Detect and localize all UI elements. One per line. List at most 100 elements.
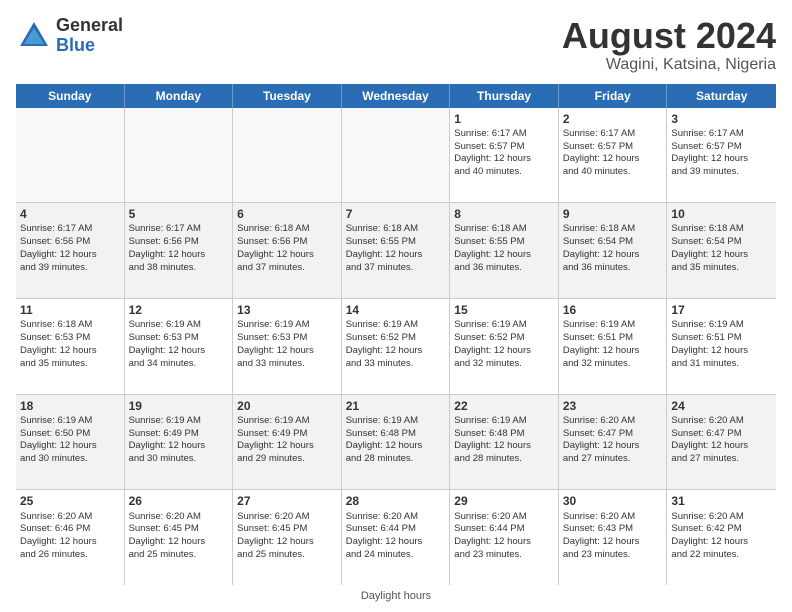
day-number: 6 bbox=[237, 206, 337, 222]
day-content: Sunrise: 6:18 AM Sunset: 6:54 PM Dayligh… bbox=[671, 223, 748, 272]
calendar-header: SundayMondayTuesdayWednesdayThursdayFrid… bbox=[16, 84, 776, 108]
cal-cell: 12Sunrise: 6:19 AM Sunset: 6:53 PM Dayli… bbox=[125, 299, 234, 394]
title-block: August 2024 Wagini, Katsina, Nigeria bbox=[562, 16, 776, 74]
cal-header-cell-saturday: Saturday bbox=[667, 84, 776, 108]
cal-cell bbox=[16, 108, 125, 203]
cal-cell: 11Sunrise: 6:18 AM Sunset: 6:53 PM Dayli… bbox=[16, 299, 125, 394]
logo-text: General Blue bbox=[56, 16, 123, 56]
cal-cell: 22Sunrise: 6:19 AM Sunset: 6:48 PM Dayli… bbox=[450, 395, 559, 490]
day-content: Sunrise: 6:19 AM Sunset: 6:51 PM Dayligh… bbox=[563, 319, 640, 368]
cal-cell: 8Sunrise: 6:18 AM Sunset: 6:55 PM Daylig… bbox=[450, 203, 559, 298]
day-content: Sunrise: 6:18 AM Sunset: 6:55 PM Dayligh… bbox=[454, 223, 531, 272]
cal-row-3: 18Sunrise: 6:19 AM Sunset: 6:50 PM Dayli… bbox=[16, 395, 776, 491]
day-content: Sunrise: 6:19 AM Sunset: 6:49 PM Dayligh… bbox=[129, 415, 206, 464]
day-number: 18 bbox=[20, 398, 120, 414]
day-content: Sunrise: 6:20 AM Sunset: 6:44 PM Dayligh… bbox=[454, 511, 531, 560]
cal-cell: 14Sunrise: 6:19 AM Sunset: 6:52 PM Dayli… bbox=[342, 299, 451, 394]
cal-header-cell-friday: Friday bbox=[559, 84, 668, 108]
day-content: Sunrise: 6:18 AM Sunset: 6:53 PM Dayligh… bbox=[20, 319, 97, 368]
cal-cell bbox=[342, 108, 451, 203]
calendar-body: 1Sunrise: 6:17 AM Sunset: 6:57 PM Daylig… bbox=[16, 108, 776, 585]
cal-cell bbox=[125, 108, 234, 203]
day-number: 23 bbox=[563, 398, 663, 414]
day-number: 8 bbox=[454, 206, 554, 222]
cal-row-0: 1Sunrise: 6:17 AM Sunset: 6:57 PM Daylig… bbox=[16, 108, 776, 204]
cal-cell: 15Sunrise: 6:19 AM Sunset: 6:52 PM Dayli… bbox=[450, 299, 559, 394]
cal-cell: 9Sunrise: 6:18 AM Sunset: 6:54 PM Daylig… bbox=[559, 203, 668, 298]
day-content: Sunrise: 6:19 AM Sunset: 6:48 PM Dayligh… bbox=[346, 415, 423, 464]
day-number: 4 bbox=[20, 206, 120, 222]
day-content: Sunrise: 6:20 AM Sunset: 6:42 PM Dayligh… bbox=[671, 511, 748, 560]
title-location: Wagini, Katsina, Nigeria bbox=[562, 56, 776, 74]
logo-general-text: General bbox=[56, 16, 123, 36]
cal-cell: 6Sunrise: 6:18 AM Sunset: 6:56 PM Daylig… bbox=[233, 203, 342, 298]
cal-cell: 24Sunrise: 6:20 AM Sunset: 6:47 PM Dayli… bbox=[667, 395, 776, 490]
cal-row-1: 4Sunrise: 6:17 AM Sunset: 6:56 PM Daylig… bbox=[16, 203, 776, 299]
cal-row-2: 11Sunrise: 6:18 AM Sunset: 6:53 PM Dayli… bbox=[16, 299, 776, 395]
cal-header-cell-thursday: Thursday bbox=[450, 84, 559, 108]
day-number: 17 bbox=[671, 302, 772, 318]
day-number: 3 bbox=[671, 111, 772, 127]
cal-header-cell-monday: Monday bbox=[125, 84, 234, 108]
day-content: Sunrise: 6:20 AM Sunset: 6:47 PM Dayligh… bbox=[671, 415, 748, 464]
day-number: 20 bbox=[237, 398, 337, 414]
day-number: 1 bbox=[454, 111, 554, 127]
cal-header-cell-tuesday: Tuesday bbox=[233, 84, 342, 108]
day-number: 29 bbox=[454, 493, 554, 509]
day-content: Sunrise: 6:19 AM Sunset: 6:51 PM Dayligh… bbox=[671, 319, 748, 368]
day-number: 24 bbox=[671, 398, 772, 414]
day-number: 25 bbox=[20, 493, 120, 509]
logo-icon bbox=[16, 18, 52, 54]
logo-blue-text: Blue bbox=[56, 36, 123, 56]
day-number: 2 bbox=[563, 111, 663, 127]
day-number: 5 bbox=[129, 206, 229, 222]
cal-row-4: 25 Sunrise: 6:20 AM Sunset: 6:46 PM Dayli… bbox=[16, 490, 776, 585]
day-content: Sunrise: 6:18 AM Sunset: 6:54 PM Dayligh… bbox=[563, 223, 640, 272]
cal-cell: 4Sunrise: 6:17 AM Sunset: 6:56 PM Daylig… bbox=[16, 203, 125, 298]
day-content: Sunrise: 6:20 AM Sunset: 6:45 PM Dayligh… bbox=[237, 511, 314, 560]
day-number: 27 bbox=[237, 493, 337, 509]
day-number: 19 bbox=[129, 398, 229, 414]
cal-cell: 19Sunrise: 6:19 AM Sunset: 6:49 PM Dayli… bbox=[125, 395, 234, 490]
day-number: 10 bbox=[671, 206, 772, 222]
day-content: Sunrise: 6:19 AM Sunset: 6:52 PM Dayligh… bbox=[346, 319, 423, 368]
day-number: 30 bbox=[563, 493, 663, 509]
day-number: 22 bbox=[454, 398, 554, 414]
day-content: Sunrise: 6:17 AM Sunset: 6:56 PM Dayligh… bbox=[20, 223, 97, 272]
title-month: August 2024 bbox=[562, 16, 776, 56]
cal-cell: 16Sunrise: 6:19 AM Sunset: 6:51 PM Dayli… bbox=[559, 299, 668, 394]
day-number: 13 bbox=[237, 302, 337, 318]
cal-cell: 27 Sunrise: 6:20 AM Sunset: 6:45 PM Dayli… bbox=[233, 490, 342, 585]
day-content: Sunrise: 6:17 AM Sunset: 6:57 PM Dayligh… bbox=[454, 128, 531, 177]
day-number: 28 bbox=[346, 493, 446, 509]
day-content: Sunrise: 6:20 AM Sunset: 6:46 PM Dayligh… bbox=[20, 511, 97, 560]
day-number: 21 bbox=[346, 398, 446, 414]
day-number: 31 bbox=[671, 493, 772, 509]
cal-cell: 13Sunrise: 6:19 AM Sunset: 6:53 PM Dayli… bbox=[233, 299, 342, 394]
cal-cell: 3Sunrise: 6:17 AM Sunset: 6:57 PM Daylig… bbox=[667, 108, 776, 203]
cal-cell: 25 Sunrise: 6:20 AM Sunset: 6:46 PM Dayli… bbox=[16, 490, 125, 585]
cal-cell: 20Sunrise: 6:19 AM Sunset: 6:49 PM Dayli… bbox=[233, 395, 342, 490]
cal-cell: 26Sunrise: 6:20 AM Sunset: 6:45 PM Dayli… bbox=[125, 490, 234, 585]
cal-cell: 7Sunrise: 6:18 AM Sunset: 6:55 PM Daylig… bbox=[342, 203, 451, 298]
cal-cell: 28Sunrise: 6:20 AM Sunset: 6:44 PM Dayli… bbox=[342, 490, 451, 585]
footnote: Daylight hours bbox=[16, 590, 776, 602]
day-content: Sunrise: 6:17 AM Sunset: 6:56 PM Dayligh… bbox=[129, 223, 206, 272]
day-number: 16 bbox=[563, 302, 663, 318]
cal-cell: 18Sunrise: 6:19 AM Sunset: 6:50 PM Dayli… bbox=[16, 395, 125, 490]
day-content: Sunrise: 6:18 AM Sunset: 6:56 PM Dayligh… bbox=[237, 223, 314, 272]
day-number: 7 bbox=[346, 206, 446, 222]
day-content: Sunrise: 6:20 AM Sunset: 6:43 PM Dayligh… bbox=[563, 511, 640, 560]
day-content: Sunrise: 6:18 AM Sunset: 6:55 PM Dayligh… bbox=[346, 223, 423, 272]
cal-cell: 2Sunrise: 6:17 AM Sunset: 6:57 PM Daylig… bbox=[559, 108, 668, 203]
cal-cell: 5Sunrise: 6:17 AM Sunset: 6:56 PM Daylig… bbox=[125, 203, 234, 298]
day-content: Sunrise: 6:19 AM Sunset: 6:53 PM Dayligh… bbox=[129, 319, 206, 368]
day-content: Sunrise: 6:19 AM Sunset: 6:52 PM Dayligh… bbox=[454, 319, 531, 368]
cal-cell: 21Sunrise: 6:19 AM Sunset: 6:48 PM Dayli… bbox=[342, 395, 451, 490]
cal-cell bbox=[233, 108, 342, 203]
cal-cell: 30 Sunrise: 6:20 AM Sunset: 6:43 PM Dayli… bbox=[559, 490, 668, 585]
day-content: Sunrise: 6:19 AM Sunset: 6:48 PM Dayligh… bbox=[454, 415, 531, 464]
page: General Blue August 2024 Wagini, Katsina… bbox=[0, 0, 792, 612]
day-number: 11 bbox=[20, 302, 120, 318]
logo: General Blue bbox=[16, 16, 123, 56]
